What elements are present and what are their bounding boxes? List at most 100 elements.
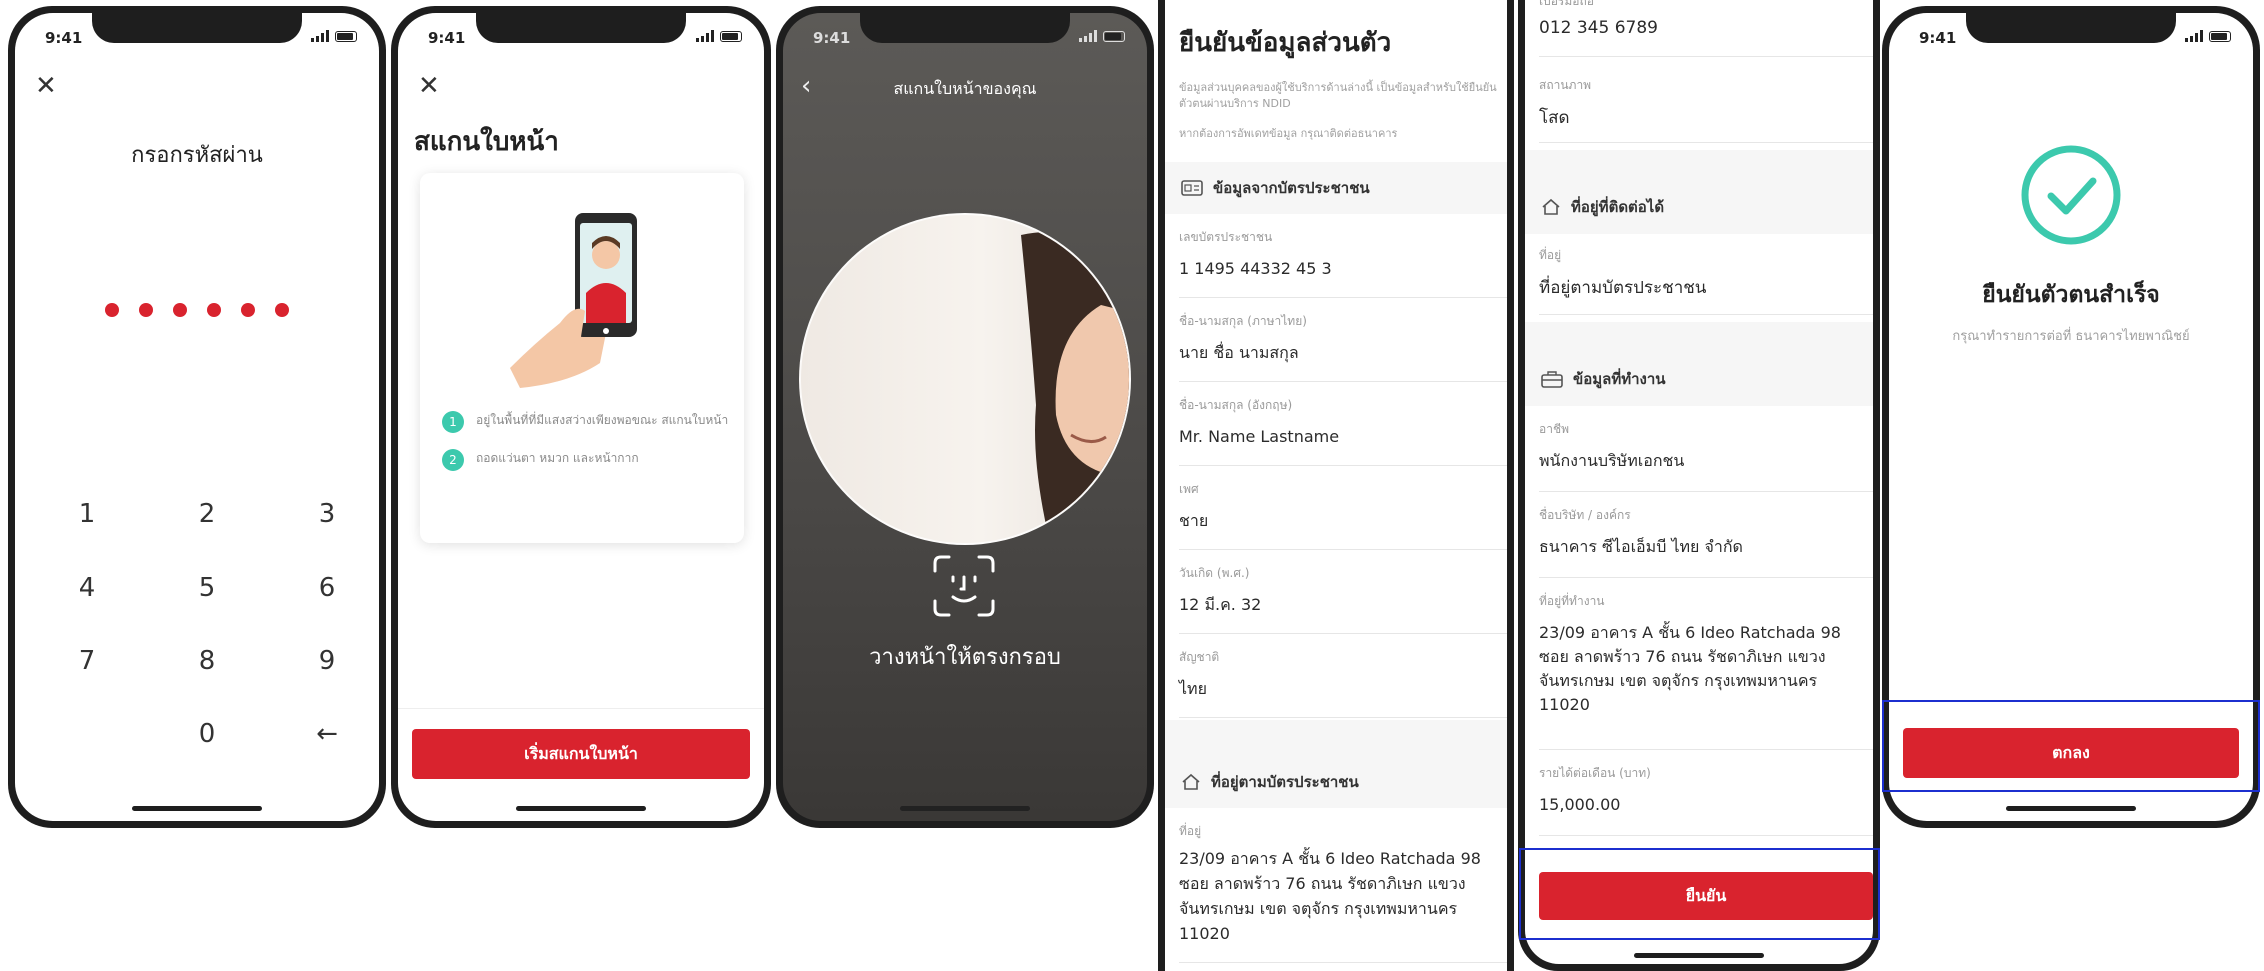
field-label: ชื่อ-นามสกุล (อังกฤษ) [1179,398,1293,412]
home-indicator [900,806,1030,811]
field-row: ชื่อ-นามสกุล (อังกฤษ) Mr. Name Lastname [1179,382,1507,466]
field-value: โสด [1539,108,1570,128]
field-label: ที่อยู่ [1539,248,1562,262]
keypad-key[interactable]: 6 [297,573,357,603]
battery-icon [2209,30,2231,42]
close-icon[interactable]: ✕ [35,73,57,99]
field-label: สัญชาติ [1179,650,1220,664]
home-icon [1542,198,1560,215]
field-value: ชาย [1179,511,1209,530]
field-label: เลขบัตรประชาชน [1179,230,1273,244]
phone-scan-intro: 9:41 ✕ สแกนใบหน้า 1 อยู่ในพื้นที่ที่มีแส… [391,6,771,828]
field-label: รายได้ต่อเดือน (บาท) [1539,766,1651,780]
field-value: ไทย [1179,679,1207,698]
keypad-key[interactable]: 3 [297,499,357,529]
close-icon[interactable]: ✕ [418,73,440,99]
steps-list: 1 อยู่ในพื้นที่ที่มีแสงสว่างเพียงพอขณะ สแ… [442,411,732,487]
field-label: ชื่อบริษัท / องค์กร [1539,508,1631,522]
status-time: 9:41 [45,29,83,47]
field-row: อาชีพ พนักงานบริษัทเอกชน [1539,406,1873,492]
screen-scanning: 9:41 ‹ สแกนใบหน้าของคุณ วางหน้าให้ตรงกรอ… [783,13,1147,821]
face-id-icon [933,555,995,617]
stage: 9:41 ✕ กรอกรหัสผ่าน 1 2 3 4 5 6 7 8 9 0 ← 9:41 ✕ ส… [0,0,2264,971]
field-label: เบอร์มือถือ [1539,0,1594,8]
divider [1539,314,1873,315]
field-value: 23/09 อาคาร A ชั้น 6 Ideo Ratchada 98 ซอ… [1179,849,1481,943]
check-circle-icon [2021,145,2121,245]
success-title: ยืนยันตัวตนสำเร็จ [1982,282,2160,308]
field-value: พนักงานบริษัทเอกชน [1539,451,1685,470]
field-value: 012 345 6789 [1539,18,1658,38]
phone-confirm-info-2: เบอร์มือถือ 012 345 6789 สถานภาพ โสด ที่… [1518,0,1880,971]
pin-dot [105,303,119,317]
status-icons [2185,30,2231,42]
field-row: ชื่อ-นามสกุล (ภาษาไทย) นาย ชื่อ นามสกุล [1179,298,1507,382]
field-row: วันเกิด (พ.ศ.) 12 มี.ค. 32 [1179,550,1507,634]
section-title: ที่อยู่ตามบัตรประชาชน [1211,773,1359,791]
page-title: สแกนใบหน้าของคุณ [893,79,1037,98]
field-value: 15,000.00 [1539,795,1621,814]
pin-dot [275,303,289,317]
field-row: รายได้ต่อเดือน (บาท) 15,000.00 [1539,750,1873,836]
screen-scan-intro: 9:41 ✕ สแกนใบหน้า 1 อยู่ในพื้นที่ที่มีแส… [398,13,764,821]
field-value: 1 1495 44332 45 3 [1179,259,1332,278]
field-value: 23/09 อาคาร A ชั้น 6 Ideo Ratchada 98 ซอ… [1539,623,1841,714]
highlight-box-confirm [1519,848,1880,940]
home-indicator [1634,953,1764,958]
step-number: 2 [442,449,464,471]
status-time: 9:41 [428,29,466,47]
field-label: วันเกิด (พ.ศ.) [1179,566,1250,580]
face-photo [1021,232,1129,543]
signal-icon [2185,30,2203,42]
pin-dots [15,303,379,317]
phone-pin-screen: 9:41 ✕ กรอกรหัสผ่าน 1 2 3 4 5 6 7 8 9 0 ← [8,6,386,828]
keypad-key[interactable]: 7 [57,646,117,676]
field-value: 12 มี.ค. 32 [1179,595,1262,614]
keypad-key[interactable]: 0 [177,719,237,749]
home-icon [1182,773,1200,790]
section-gap [1165,720,1507,756]
battery-icon [335,30,357,42]
pin-dot [173,303,187,317]
notch [860,13,1070,43]
section-title: ข้อมูลที่ทำงาน [1573,370,1666,388]
field-row: สัญชาติไทย [1179,634,1507,718]
signal-icon [696,30,714,42]
backspace-icon[interactable]: ← [297,719,357,749]
divider [1539,142,1873,143]
instruction-card: 1 อยู่ในพื้นที่ที่มีแสงสว่างเพียงพอขณะ สแ… [420,173,744,543]
section-title: ข้อมูลจากบัตรประชาชน [1213,179,1370,197]
divider [1179,962,1507,963]
section-work: ข้อมูลที่ทำงาน [1525,352,1873,406]
phone-confirm-info: ยืนยันข้อมูลส่วนตัว ข้อมูลส่วนบุคคลของผู… [1158,0,1514,971]
step-number: 1 [442,411,464,433]
pin-dot [207,303,221,317]
screen-confirm-info: ยืนยันข้อมูลส่วนตัว ข้อมูลส่วนบุคคลของผู… [1165,0,1507,971]
home-indicator [516,806,646,811]
keypad-key[interactable]: 2 [177,499,237,529]
field-row: เลขบัตรประชาชน 1 1495 44332 45 3 [1179,214,1507,298]
keypad-key[interactable]: 4 [57,573,117,603]
notch [92,13,302,43]
divider [1539,56,1873,57]
signal-icon [311,30,329,42]
screen-confirm-info-2: เบอร์มือถือ 012 345 6789 สถานภาพ โสด ที่… [1525,0,1873,964]
field-label: สถานภาพ [1539,78,1592,92]
field-value: Mr. Name Lastname [1179,427,1340,446]
battery-icon [720,30,742,42]
start-scan-button[interactable]: เริ่มสแกนใบหน้า [412,729,750,779]
battery-icon [1103,30,1125,42]
keypad-key[interactable]: 8 [177,646,237,676]
section-contact-address: ที่อยู่ที่ติดต่อได้ [1525,180,1873,234]
hand-phone-illustration [510,213,637,388]
work-fields: อาชีพ พนักงานบริษัทเอกชนชื่อบริษัท / องค์… [1525,406,1873,836]
keypad-key[interactable]: 5 [177,573,237,603]
status-icons [311,30,357,42]
step-item: 1 อยู่ในพื้นที่ที่มีแสงสว่างเพียงพอขณะ สแ… [442,411,732,433]
section-id-card: ข้อมูลจากบัตรประชาชน [1165,162,1507,214]
field-label: เพศ [1179,482,1199,496]
id-card-icon [1181,180,1203,196]
keypad-key[interactable]: 9 [297,646,357,676]
keypad-key[interactable]: 1 [57,499,117,529]
pin-dot [139,303,153,317]
